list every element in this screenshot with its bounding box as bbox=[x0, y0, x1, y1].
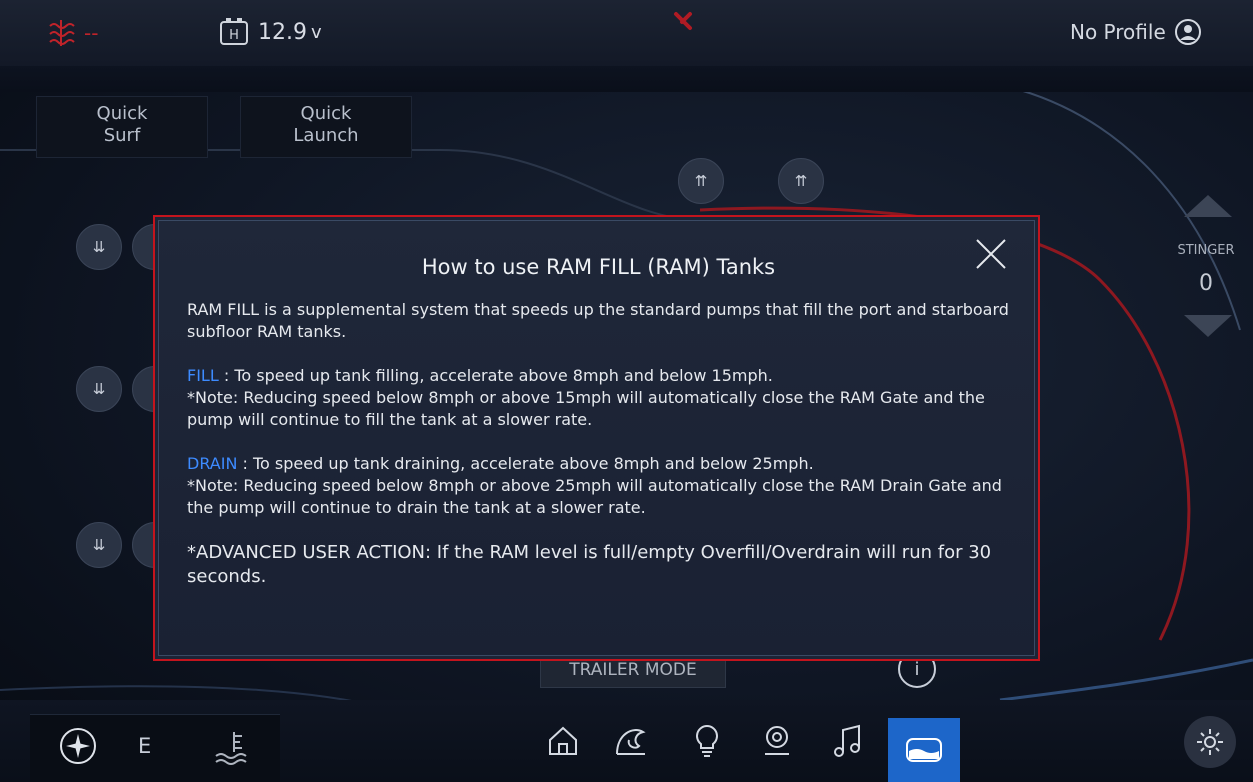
stinger-value: 0 bbox=[1199, 271, 1213, 296]
profile-icon bbox=[1174, 19, 1201, 45]
drain-label: DRAIN bbox=[187, 454, 238, 473]
surf-icon bbox=[616, 729, 646, 755]
top-status-bar: -- H 12.9 v No Profile bbox=[0, 0, 1253, 92]
modal-intro: RAM FILL is a supplemental system that s… bbox=[187, 300, 1009, 341]
modal-title: How to use RAM FILL (RAM) Tanks bbox=[421, 255, 776, 279]
stinger-down-button[interactable] bbox=[1184, 315, 1232, 337]
fill-note: *Note: Reducing speed below 8mph or abov… bbox=[187, 388, 985, 429]
settings-button[interactable] bbox=[1184, 716, 1236, 768]
wave-down-icon: ⇊ bbox=[92, 536, 106, 554]
heater-value: -- bbox=[84, 21, 99, 45]
stinger-control: STINGER 0 bbox=[1170, 195, 1242, 345]
stinger-label: STINGER bbox=[1177, 243, 1235, 258]
tank-drain-button-2[interactable]: ⇊ bbox=[76, 366, 122, 412]
quick-launch-button[interactable]: Quick Launch bbox=[240, 96, 412, 158]
fill-instruction: FILL : To speed up tank filling, acceler… bbox=[187, 365, 1010, 387]
nav-home[interactable] bbox=[540, 718, 586, 764]
home-icon bbox=[549, 726, 577, 755]
drain-note: *Note: Reducing speed below 8mph or abov… bbox=[187, 476, 1002, 517]
nav-surf[interactable] bbox=[608, 718, 654, 764]
compass-button[interactable] bbox=[58, 726, 98, 770]
stinger-up-button[interactable] bbox=[1184, 195, 1232, 217]
settings-icon bbox=[1197, 729, 1223, 755]
quick-surf-label: Quick Surf bbox=[96, 103, 148, 146]
tank-fill-button-right[interactable]: ⇈ bbox=[778, 158, 824, 204]
wave-down-icon: ⇊ bbox=[92, 238, 106, 256]
wave-down-icon: ⇊ bbox=[92, 380, 106, 398]
nav-ballast[interactable] bbox=[888, 718, 960, 782]
modal-content: How to use RAM FILL (RAM) Tanks RAM FILL… bbox=[158, 220, 1035, 656]
wave-up-icon: ⇈ bbox=[794, 172, 808, 190]
battery-letter: H bbox=[229, 28, 239, 43]
voltage-unit: v bbox=[310, 21, 322, 43]
drain-text: : To speed up tank draining, accelerate … bbox=[242, 454, 814, 473]
drain-instruction: DRAIN : To speed up tank draining, accel… bbox=[187, 453, 1010, 475]
compass-heading: E bbox=[138, 734, 152, 758]
tank-drain-button-3[interactable]: ⇊ bbox=[76, 522, 122, 568]
battery-icon: H bbox=[220, 18, 248, 45]
quick-launch-label: Quick Launch bbox=[293, 103, 359, 146]
depth-icon bbox=[215, 732, 247, 765]
nav-lights[interactable] bbox=[684, 718, 730, 764]
battery-voltage: 12.9 bbox=[258, 19, 307, 45]
profile-label: No Profile bbox=[1070, 20, 1166, 44]
fill-label: FILL bbox=[187, 366, 219, 385]
fill-text: : To speed up tank filling, accelerate a… bbox=[223, 366, 773, 385]
wave-up-icon: ⇈ bbox=[694, 172, 708, 190]
quick-surf-button[interactable]: Quick Surf bbox=[36, 96, 208, 158]
heater-status[interactable]: -- bbox=[46, 18, 98, 48]
top-band bbox=[0, 66, 1253, 92]
location-icon bbox=[765, 726, 789, 755]
light-icon bbox=[696, 724, 718, 757]
heater-icon bbox=[49, 20, 75, 46]
tank-drain-button-1[interactable]: ⇊ bbox=[76, 224, 122, 270]
tank-fill-button-left[interactable]: ⇈ bbox=[678, 158, 724, 204]
warning-icon bbox=[674, 12, 692, 30]
battery-status: H 12.9 v bbox=[218, 16, 322, 48]
nav-location[interactable] bbox=[754, 718, 800, 764]
music-icon bbox=[834, 724, 860, 757]
ram-fill-help-modal: How to use RAM FILL (RAM) Tanks RAM FILL… bbox=[153, 215, 1040, 661]
advanced-note: *ADVANCED USER ACTION: If the RAM level … bbox=[187, 542, 992, 587]
compass-icon bbox=[60, 728, 96, 764]
depth-button[interactable] bbox=[214, 730, 252, 770]
nav-music[interactable] bbox=[824, 718, 870, 764]
profile-button[interactable]: No Profile bbox=[1070, 18, 1202, 46]
close-button[interactable] bbox=[974, 237, 1008, 271]
close-icon bbox=[976, 239, 1006, 269]
ballast-icon bbox=[906, 738, 942, 762]
